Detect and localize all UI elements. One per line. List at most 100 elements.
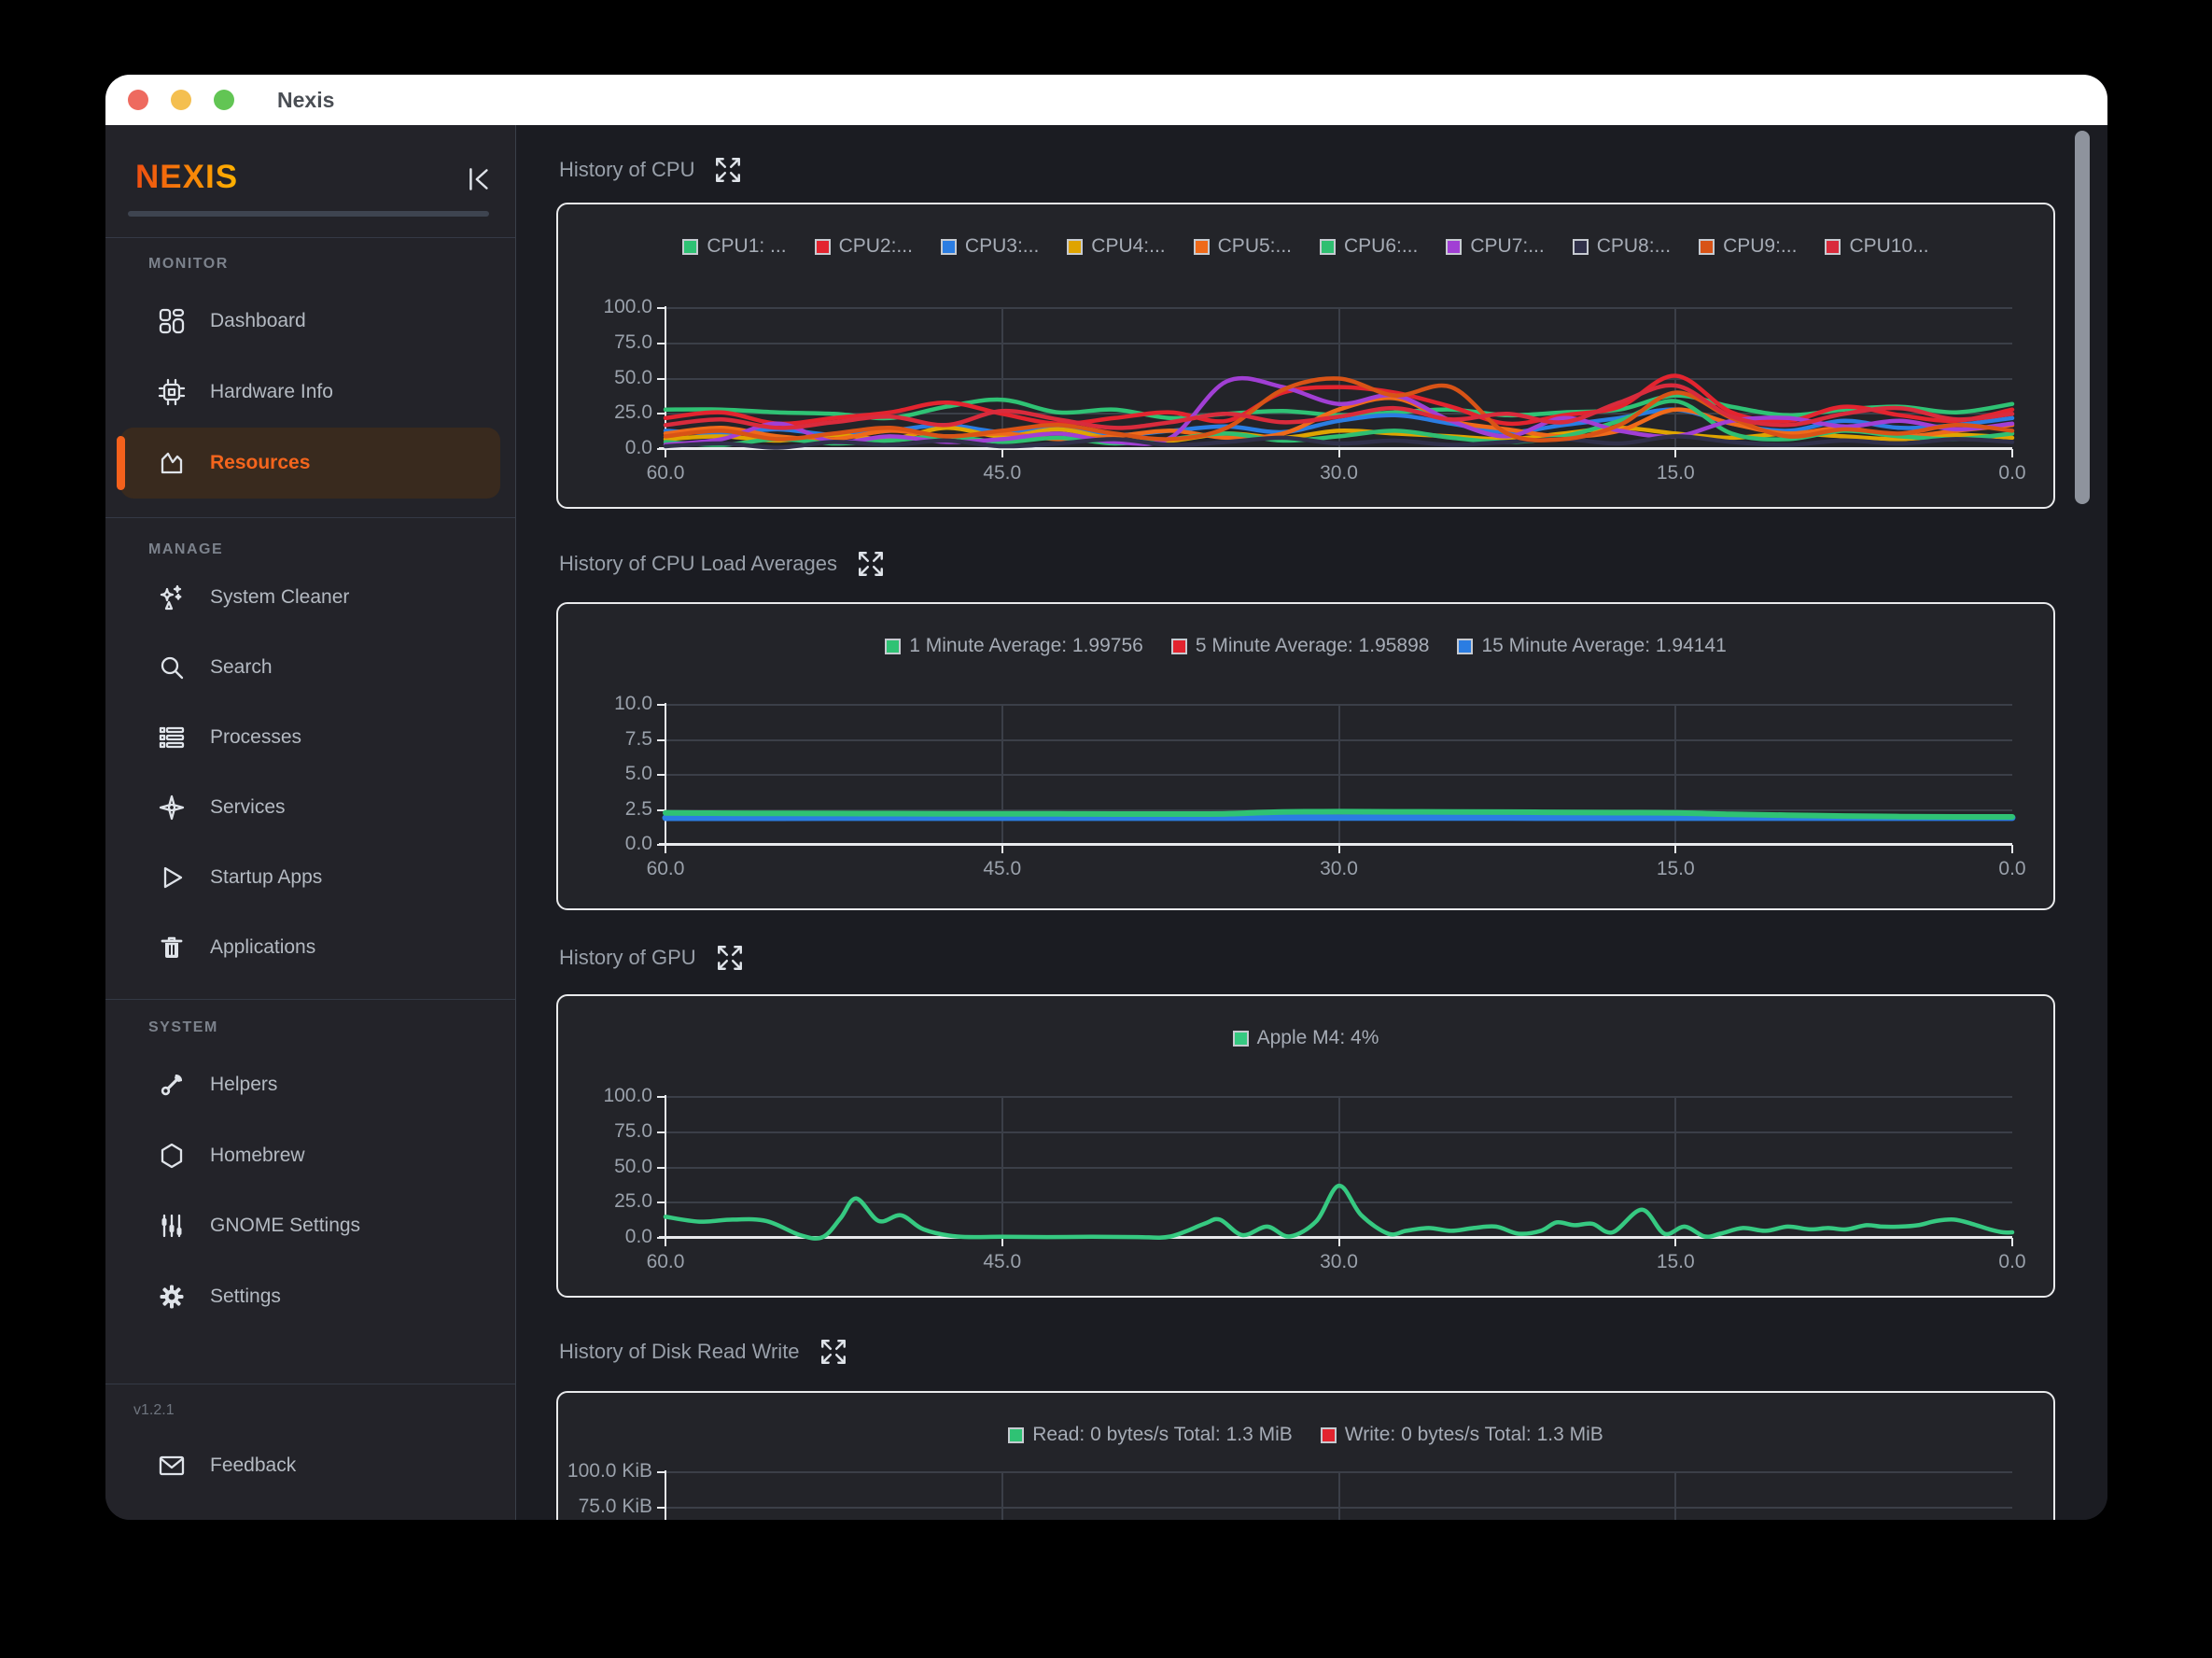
sidebar-item-resources[interactable]: Resources	[120, 428, 500, 499]
zoom-button[interactable]	[214, 90, 234, 110]
legend-item[interactable]: Read: 0 bytes/s Total: 1.3 MiB	[1008, 1424, 1293, 1446]
expand-icon	[715, 943, 745, 973]
chart-legend: CPU1: ... CPU2:... CPU3:... CPU4:... CPU5:..…	[558, 235, 2053, 258]
sidebar-item-applications[interactable]: Applications	[120, 912, 500, 983]
legend-item[interactable]: 1 Minute Average: 1.99756	[885, 635, 1143, 657]
y-tick	[657, 1201, 665, 1203]
sidebar-collapse-button[interactable]	[465, 164, 495, 194]
sidebar-item-helpers[interactable]: Helpers	[120, 1049, 500, 1120]
sidebar-item-processes[interactable]: Processes	[120, 702, 500, 773]
sliders-icon	[158, 1212, 186, 1240]
y-tick-label: 50.0	[558, 1156, 652, 1178]
legend-item[interactable]: CPU5:...	[1194, 235, 1292, 258]
expand-chart-button[interactable]	[856, 549, 886, 579]
y-tick	[657, 1471, 665, 1473]
x-tick-label: 0.0	[1998, 858, 2025, 880]
expand-chart-button[interactable]	[713, 155, 743, 185]
scrollbar-thumb[interactable]	[2075, 131, 2090, 504]
x-tick	[665, 1238, 666, 1246]
sidebar-item-label: System Cleaner	[210, 586, 349, 609]
sidebar-item-feedback[interactable]: Feedback	[120, 1430, 500, 1501]
x-tick	[1001, 1238, 1003, 1246]
window-title: Nexis	[277, 88, 334, 113]
legend-item[interactable]: CPU7:...	[1446, 235, 1544, 258]
y-tick-label: 25.0	[558, 401, 652, 424]
legend-label: CPU8:...	[1597, 235, 1671, 258]
chip-icon	[158, 378, 186, 406]
legend-label: Write: 0 bytes/s Total: 1.3 MiB	[1345, 1424, 1603, 1446]
minimize-button[interactable]	[171, 90, 191, 110]
legend-item[interactable]: CPU1: ...	[682, 235, 786, 258]
app-logo: NEXIS	[135, 159, 238, 196]
legend-label: CPU7:...	[1470, 235, 1544, 258]
chart-plot[interactable]	[665, 1472, 2012, 1520]
expand-icon	[819, 1337, 848, 1367]
y-tick-label: 0.0	[558, 437, 652, 459]
sidebar-item-hardware-info[interactable]: Hardware Info	[120, 357, 500, 428]
sidebar-item-search[interactable]: Search	[120, 632, 500, 703]
legend-item[interactable]: CPU6:...	[1320, 235, 1418, 258]
x-tick	[665, 449, 666, 457]
x-tick-label: 60.0	[647, 1251, 685, 1273]
y-tick-label: 2.5	[558, 798, 652, 821]
sidebar-item-label: Settings	[210, 1286, 281, 1308]
legend-item[interactable]: CPU9:...	[1699, 235, 1797, 258]
services-icon	[158, 794, 186, 822]
sidebar-item-system-cleaner[interactable]: System Cleaner	[120, 562, 500, 633]
list-icon	[158, 724, 186, 752]
gear-icon	[158, 1283, 186, 1311]
legend-item[interactable]: CPU2:...	[815, 235, 913, 258]
x-tick	[1338, 845, 1340, 853]
play-icon	[158, 864, 186, 892]
sidebar-item-homebrew[interactable]: Homebrew	[120, 1120, 500, 1191]
chart-header-disk: History of Disk Read Write	[559, 1333, 848, 1370]
y-tick	[657, 774, 665, 776]
y-tick-label: 75.0 KiB	[558, 1496, 652, 1518]
legend-item[interactable]: CPU8:...	[1573, 235, 1671, 258]
chart-series	[665, 1097, 2012, 1238]
legend-item[interactable]: Apple M4: 4%	[1233, 1027, 1379, 1049]
sidebar-item-gnome-settings[interactable]: GNOME Settings	[120, 1190, 500, 1261]
sidebar-item-label: Processes	[210, 726, 301, 749]
legend-swatch	[1321, 1427, 1337, 1443]
close-button[interactable]	[128, 90, 148, 110]
expand-chart-button[interactable]	[715, 943, 745, 973]
y-tick	[657, 704, 665, 706]
sidebar-item-services[interactable]: Services	[120, 772, 500, 843]
legend-label: CPU2:...	[839, 235, 913, 258]
sidebar-item-label: Hardware Info	[210, 381, 333, 403]
sidebar-item-settings[interactable]: Settings	[120, 1261, 500, 1332]
legend-item[interactable]: CPU10...	[1825, 235, 1928, 258]
wrench-icon	[158, 1071, 186, 1099]
legend-label: CPU6:...	[1344, 235, 1418, 258]
legend-item[interactable]: CPU3:...	[941, 235, 1039, 258]
version-label: v1.2.1	[133, 1402, 175, 1419]
y-tick	[657, 1096, 665, 1098]
y-tick-label: 25.0	[558, 1190, 652, 1213]
sidebar-item-startup-apps[interactable]: Startup Apps	[120, 842, 500, 913]
chart-header-cpu: History of CPU	[559, 151, 743, 189]
legend-swatch	[941, 239, 957, 255]
chart-series	[665, 308, 2012, 449]
sidebar-item-dashboard[interactable]: Dashboard	[120, 286, 500, 357]
y-tick-label: 10.0	[558, 693, 652, 715]
legend-swatch	[1699, 239, 1715, 255]
y-tick-label: 0.0	[558, 833, 652, 855]
legend-swatch	[1233, 1031, 1249, 1047]
chart-plot[interactable]	[665, 1097, 2012, 1238]
legend-item[interactable]: 5 Minute Average: 1.95898	[1171, 635, 1430, 657]
legend-item[interactable]: CPU4:...	[1067, 235, 1165, 258]
legend-item[interactable]: Write: 0 bytes/s Total: 1.3 MiB	[1321, 1424, 1603, 1446]
chart-plot[interactable]	[665, 705, 2012, 845]
chart-plot[interactable]	[665, 308, 2012, 449]
sidebar-item-label: Applications	[210, 936, 315, 959]
expand-icon	[713, 155, 743, 185]
chart-series	[665, 705, 2012, 845]
collapse-sidebar-icon	[465, 164, 495, 194]
resources-icon	[158, 449, 186, 477]
legend-label: CPU4:...	[1091, 235, 1165, 258]
expand-chart-button[interactable]	[819, 1337, 848, 1367]
dashboard-icon	[158, 307, 186, 335]
x-tick-label: 15.0	[1657, 858, 1695, 880]
legend-item[interactable]: 15 Minute Average: 1.94141	[1457, 635, 1726, 657]
